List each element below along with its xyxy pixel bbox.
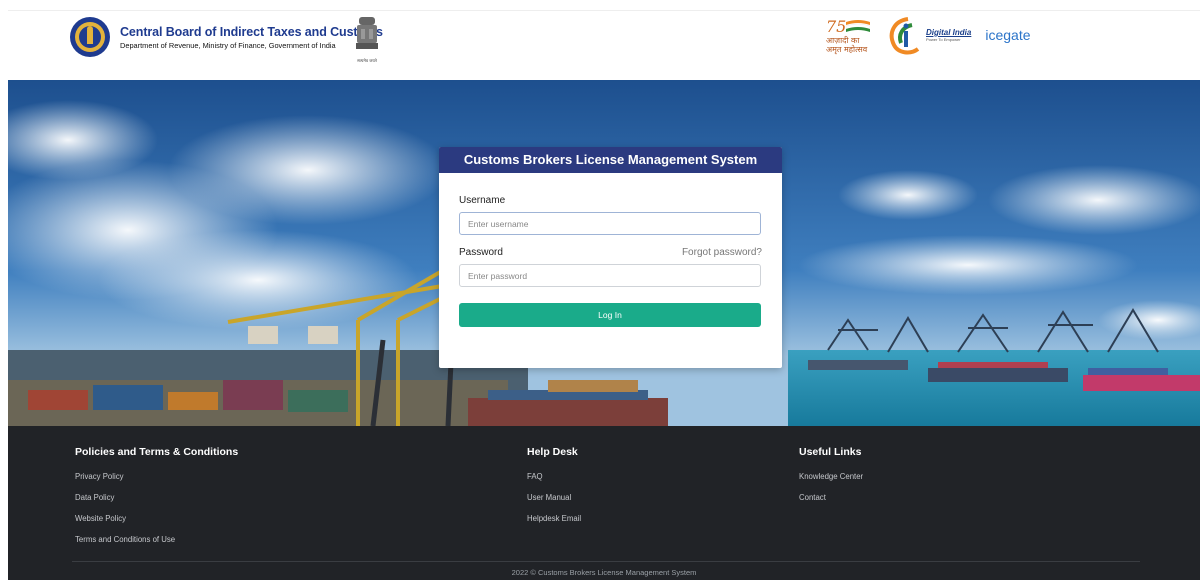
login-button[interactable]: Log In bbox=[459, 303, 761, 327]
digital-india-text: Digital India bbox=[926, 28, 972, 37]
copyright-text: 2022 © Customs Brokers License Managemen… bbox=[511, 568, 697, 577]
helpdesk-email-link[interactable]: Helpdesk Email bbox=[527, 514, 581, 523]
icegate-text: icegate bbox=[985, 27, 1031, 43]
site-header: Central Board of Indirect Taxes and Cust… bbox=[8, 10, 1200, 80]
data-policy-link[interactable]: Data Policy bbox=[75, 493, 238, 502]
azadi-ka-amrit-mahotsav-logo[interactable]: 75 आज़ादी का अमृत महोत्सव bbox=[826, 17, 880, 54]
forgot-password-link[interactable]: Forgot password? bbox=[682, 247, 762, 258]
footer-useful-links-heading: Useful Links bbox=[799, 446, 862, 458]
footer-policies-column: Policies and Terms & Conditions Privacy … bbox=[75, 446, 238, 556]
password-label: Password bbox=[459, 247, 503, 258]
website-policy-link[interactable]: Website Policy bbox=[75, 514, 238, 523]
username-input[interactable] bbox=[459, 212, 761, 235]
digital-india-tagline: Power To Empower bbox=[926, 37, 961, 42]
footer-helpdesk-column: Help Desk FAQ User Manual Helpdesk Email bbox=[527, 446, 581, 535]
username-label: Username bbox=[459, 195, 506, 206]
icegate-logo[interactable]: icegate bbox=[985, 27, 1030, 43]
digital-india-logo[interactable]: Digital India Power To Empower bbox=[888, 15, 971, 55]
privacy-policy-link[interactable]: Privacy Policy bbox=[75, 472, 238, 481]
knowledge-center-link[interactable]: Knowledge Center bbox=[799, 472, 863, 481]
emblem-caption: सत्यमेव जयते bbox=[357, 58, 377, 63]
faq-link[interactable]: FAQ bbox=[527, 472, 581, 481]
cbic-brand[interactable]: Central Board of Indirect Taxes and Cust… bbox=[68, 15, 383, 59]
login-card: Customs Brokers License Management Syste… bbox=[439, 147, 782, 368]
footer-helpdesk-heading: Help Desk bbox=[527, 446, 578, 458]
password-input[interactable] bbox=[459, 264, 761, 287]
national-emblem: सत्यमेव जयते bbox=[353, 15, 381, 64]
user-manual-link[interactable]: User Manual bbox=[527, 493, 581, 502]
digital-india-swirl-icon bbox=[889, 17, 920, 55]
cbic-logo-icon bbox=[70, 17, 110, 57]
login-card-title: Customs Brokers License Management Syste… bbox=[439, 147, 782, 173]
brand-title: Central Board of Indirect Taxes and Cust… bbox=[120, 24, 383, 39]
brand-subtitle: Department of Revenue, Ministry of Finan… bbox=[120, 40, 336, 50]
footer-policies-heading: Policies and Terms & Conditions bbox=[75, 446, 239, 458]
contact-link[interactable]: Contact bbox=[799, 493, 863, 502]
azadi-text: आज़ादी का अमृत महोत्सव bbox=[826, 35, 868, 54]
site-footer: Policies and Terms & Conditions Privacy … bbox=[8, 426, 1200, 580]
terms-conditions-link[interactable]: Terms and Conditions of Use bbox=[75, 535, 238, 544]
tricolor-flag-icon bbox=[846, 20, 871, 32]
partner-logos: 75 आज़ादी का अमृत महोत्सव Digital India … bbox=[826, 15, 1031, 55]
footer-useful-links-column: Useful Links Knowledge Center Contact bbox=[799, 446, 863, 514]
azadi-75: 75 bbox=[826, 16, 847, 36]
footer-divider bbox=[72, 561, 1140, 562]
